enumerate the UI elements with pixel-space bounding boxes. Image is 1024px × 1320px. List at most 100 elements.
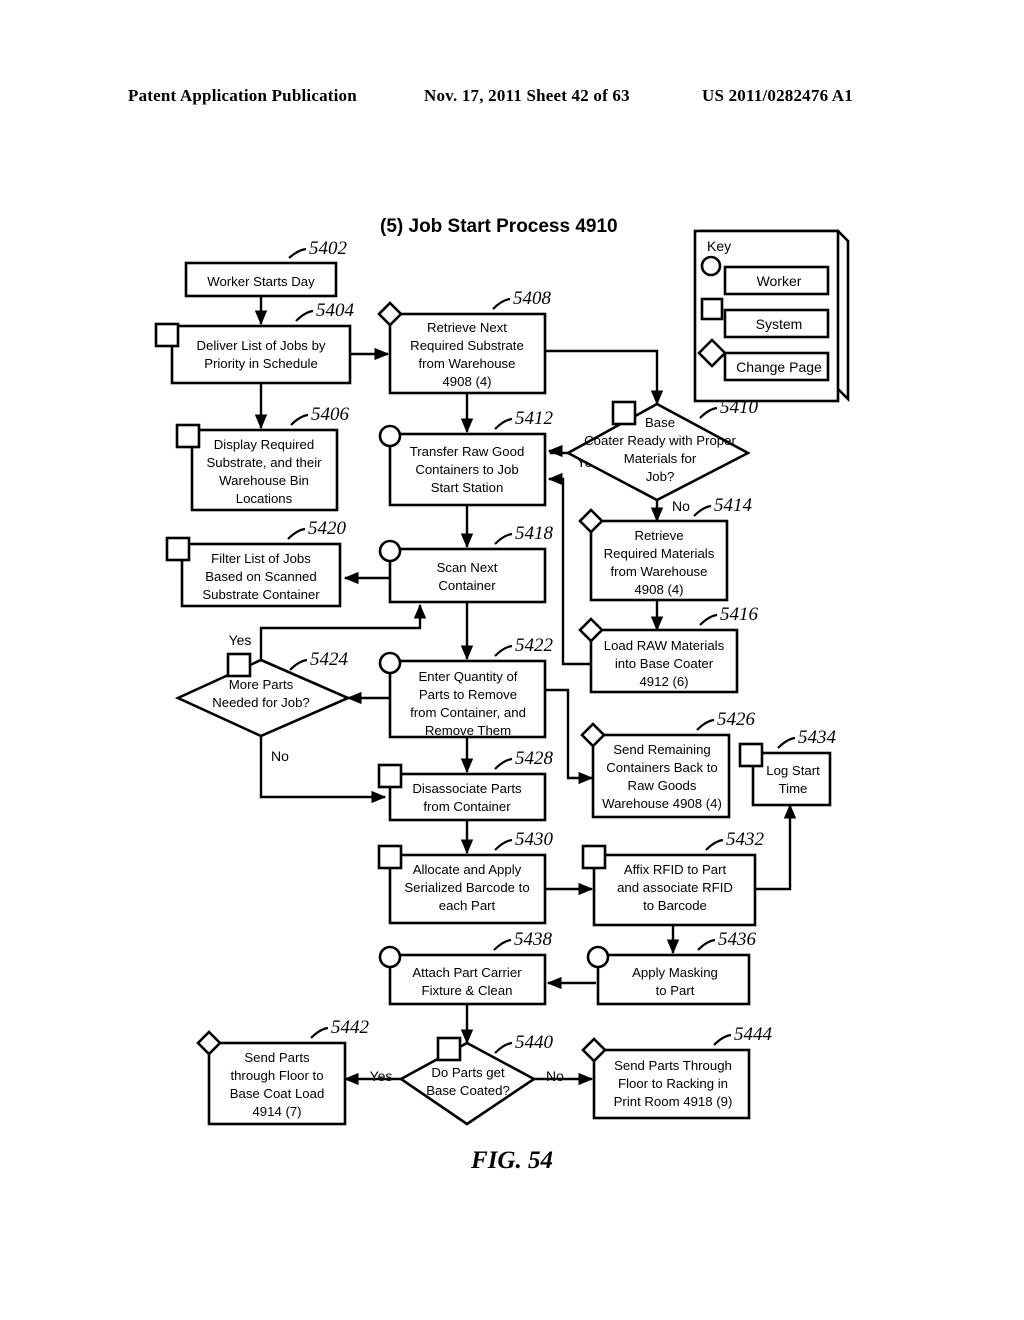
node-5442-line-2: Base Coat Load: [230, 1086, 325, 1101]
ref-5414: 5414: [714, 495, 753, 516]
node-5416-line-0: Load RAW Materials: [604, 638, 725, 653]
ref-5420: 5420: [308, 518, 347, 539]
node-5440-line-1: Base Coated?: [426, 1083, 510, 1098]
node-5414-line-0: Retrieve: [634, 528, 683, 543]
ref-5418: 5418: [515, 523, 554, 544]
edge-5410-5412-yes: [547, 444, 568, 458]
node-5430-line-1: Serialized Barcode to: [404, 880, 529, 895]
node-5432[interactable]: Affix RFID to Part and associate RFID to…: [581, 829, 765, 927]
ref-5422: 5422: [515, 635, 554, 656]
ref-5402: 5402: [309, 238, 348, 259]
node-5428-line-0: Disassociate Parts: [412, 781, 522, 796]
node-5434-line-0: Log Start: [766, 763, 820, 778]
node-5408[interactable]: Retrieve Next Required Substrate from Wa…: [377, 288, 552, 395]
ref-5410: 5410: [720, 397, 759, 418]
square-badge-icon: [175, 423, 201, 449]
circle-badge-icon: [700, 255, 722, 277]
node-5402[interactable]: Worker Starts Day 5402: [184, 238, 348, 298]
node-5432-line-2: to Barcode: [643, 898, 707, 913]
node-5420[interactable]: Filter List of Jobs Based on Scanned Sub…: [165, 518, 347, 608]
node-5416-line-2: 4912 (6): [639, 674, 688, 689]
node-5406-line-1: Substrate, and their: [206, 455, 322, 470]
node-5408-line-3: 4908 (4): [442, 374, 491, 389]
circle-badge-icon: [378, 539, 402, 563]
key-label-worker: Worker: [757, 273, 802, 289]
node-5420-line-2: Substrate Container: [202, 587, 320, 602]
flowchart-svg: (5) Job Start Process 4910 Key Worker Sy…: [154, 216, 850, 1174]
patent-figure-page: Patent Application Publication Nov. 17, …: [0, 0, 1024, 1320]
node-5442-line-3: 4914 (7): [252, 1104, 301, 1119]
figure-caption: FIG. 54: [470, 1147, 553, 1174]
node-5414[interactable]: Retrieve Required Materials from Warehou…: [578, 495, 753, 602]
ref-5416: 5416: [720, 604, 759, 625]
ref-5408: 5408: [513, 288, 552, 309]
key-title: Key: [707, 238, 731, 254]
node-5438-line-1: Fixture & Clean: [422, 983, 513, 998]
edge-label-no-5440: No: [546, 1068, 564, 1084]
node-5438-line-0: Attach Part Carrier: [412, 965, 522, 980]
node-5410-line-3: Job?: [646, 469, 675, 484]
node-5406-line-2: Warehouse Bin: [219, 473, 309, 488]
square-badge-icon: [611, 400, 637, 426]
node-5432-line-1: and associate RFID: [617, 880, 733, 895]
node-5410-line-2: Materials for: [624, 451, 697, 466]
node-5424[interactable]: More Parts Needed for Job? 5424: [174, 649, 352, 738]
node-5412-line-0: Transfer Raw Good: [410, 444, 525, 459]
node-5426[interactable]: Send Remaining Containers Back to Raw Go…: [580, 709, 756, 819]
node-5410-line-1: Coater Ready with Proper: [584, 433, 736, 448]
node-5406[interactable]: Display Required Substrate, and their Wa…: [175, 404, 350, 512]
figure-title: (5) Job Start Process 4910: [380, 216, 618, 237]
node-5422-line-3: Remove Them: [425, 723, 511, 738]
ref-5434: 5434: [798, 727, 837, 748]
node-5444[interactable]: Send Parts Through Floor to Racking in P…: [581, 1024, 773, 1120]
edge-5416-5412: [547, 472, 590, 666]
ref-5438: 5438: [514, 929, 553, 950]
node-5418-line-1: Container: [438, 578, 496, 593]
node-5408-line-0: Retrieve Next: [427, 320, 507, 335]
node-5416[interactable]: Load RAW Materials into Base Coater 4912…: [578, 604, 759, 694]
node-5420-line-0: Filter List of Jobs: [211, 551, 311, 566]
node-5408-line-1: Required Substrate: [410, 338, 524, 353]
node-5406-line-0: Display Required: [214, 437, 314, 452]
node-5408-line-2: from Warehouse: [419, 356, 516, 371]
node-5416-line-1: into Base Coater: [615, 656, 714, 671]
ref-5442: 5442: [331, 1017, 370, 1038]
node-5442-line-1: through Floor to: [230, 1068, 323, 1083]
square-badge-icon: [226, 652, 252, 678]
square-badge-icon: [738, 742, 764, 768]
square-badge-icon: [377, 763, 403, 789]
ref-5412: 5412: [515, 408, 554, 429]
circle-badge-icon: [378, 651, 402, 675]
node-5434[interactable]: Log Start Time 5434: [738, 727, 837, 807]
square-badge-icon: [165, 536, 191, 562]
square-badge-icon: [377, 844, 403, 870]
node-5420-line-1: Based on Scanned: [205, 569, 316, 584]
node-5440[interactable]: Do Parts get Base Coated? 5440: [398, 1032, 554, 1126]
edge-label-yes-5440: Yes: [370, 1068, 393, 1084]
node-5414-line-2: from Warehouse: [611, 564, 708, 579]
node-5440-line-0: Do Parts get: [431, 1065, 505, 1080]
node-5438[interactable]: Attach Part Carrier Fixture & Clean 5438: [378, 929, 553, 1006]
square-badge-icon: [700, 297, 724, 321]
node-5410[interactable]: Base Coater Ready with Proper Materials …: [565, 397, 759, 502]
edge-label-no-5424: No: [271, 748, 289, 764]
node-5404[interactable]: Deliver List of Jobs by Priority in Sche…: [154, 300, 355, 385]
node-5436-line-1: to Part: [656, 983, 695, 998]
node-5434-line-1: Time: [779, 781, 808, 796]
ref-5426: 5426: [717, 709, 756, 730]
ref-5444: 5444: [734, 1024, 773, 1045]
node-5410-line-0: Base: [645, 415, 675, 430]
ref-5424: 5424: [310, 649, 349, 670]
node-5424-line-1: Needed for Job?: [212, 695, 310, 710]
node-5426-line-1: Containers Back to: [606, 760, 717, 775]
key-label-change-page: Change Page: [736, 359, 822, 375]
node-5444-line-0: Send Parts Through: [614, 1058, 732, 1073]
key-legend: Key Worker System Change Page: [693, 229, 850, 403]
edge-5424-5428-no: [259, 736, 387, 804]
key-label-system: System: [756, 316, 803, 332]
ref-5432: 5432: [726, 829, 765, 850]
node-5426-line-0: Send Remaining: [613, 742, 711, 757]
node-5414-line-3: 4908 (4): [634, 582, 683, 597]
node-5442[interactable]: Send Parts through Floor to Base Coat Lo…: [196, 1017, 370, 1126]
edge-5408-5410: [545, 349, 664, 406]
